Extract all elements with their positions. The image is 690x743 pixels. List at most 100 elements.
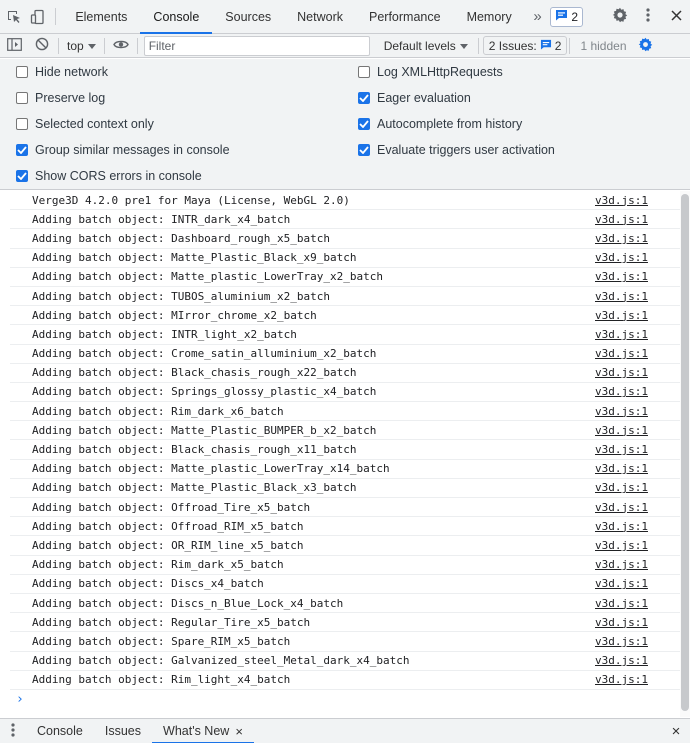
source-link[interactable]: v3d.js:1 [595,597,648,610]
console-toolbar: top Default levels 2 Issues: 2 1 hidden [0,34,690,58]
source-link[interactable]: v3d.js:1 [595,270,648,283]
close-tab-icon[interactable]: × [235,724,243,739]
source-link[interactable]: v3d.js:1 [595,539,648,552]
console-prompt[interactable]: › [10,690,680,710]
issues-label: 2 Issues: [488,38,537,53]
clear-console-button[interactable] [28,34,56,58]
inspect-element-icon[interactable] [0,0,27,33]
console-message-text: Adding batch object: Rim_dark_x6_batch [32,404,284,418]
tab-performance[interactable]: Performance [356,0,454,33]
source-link[interactable]: v3d.js:1 [595,213,648,226]
source-link[interactable]: v3d.js:1 [595,194,648,207]
more-options-button[interactable] [634,0,662,34]
option-label: Eager evaluation [377,91,471,105]
source-link[interactable]: v3d.js:1 [595,462,648,475]
source-link[interactable]: v3d.js:1 [595,309,648,322]
selected-context-option[interactable]: Selected context only [16,117,154,131]
live-expression-button[interactable] [107,34,135,58]
console-message-text: Adding batch object: INTR_dark_x4_batch [32,212,291,226]
tab-elements[interactable]: Elements [62,0,140,33]
tab-network[interactable]: Network [284,0,356,33]
checkbox-checked[interactable] [358,144,370,156]
console-message-text: Adding batch object: Offroad_Tire_x5_bat… [32,500,311,514]
source-link[interactable]: v3d.js:1 [595,520,648,533]
console-settings-button[interactable] [635,37,657,55]
console-message-row: Adding batch object: Black_chasis_rough_… [10,364,680,383]
drawer-tab-whats-new[interactable]: What's New × [152,719,254,743]
context-label: top [67,38,84,53]
autocomplete-history-option[interactable]: Autocomplete from history [358,117,522,131]
console-message-text: Adding batch object: Matte_plastic_Lower… [32,270,383,284]
source-link[interactable]: v3d.js:1 [595,251,648,264]
drawer-tab-bar: Console Issues What's New × × [0,718,690,743]
drawer-tab-console[interactable]: Console [26,719,94,743]
message-icon [540,39,552,53]
source-link[interactable]: v3d.js:1 [595,501,648,514]
source-link[interactable]: v3d.js:1 [595,673,648,686]
checkbox[interactable] [16,92,28,104]
drawer-tab-label: Console [37,724,83,738]
eager-evaluation-option[interactable]: Eager evaluation [358,91,471,105]
preserve-log-option[interactable]: Preserve log [16,91,105,105]
scrollbar-thumb[interactable] [681,194,689,711]
gear-icon [612,7,628,26]
close-devtools-button[interactable] [662,0,690,34]
more-tabs-button[interactable]: » [525,0,551,33]
source-link[interactable]: v3d.js:1 [595,558,648,571]
option-label: Autocomplete from history [377,117,523,131]
console-message-text: Adding batch object: Offroad_RIM_x5_batc… [32,519,304,533]
drawer-menu-button[interactable] [0,722,26,740]
log-levels-select[interactable]: Default levels [376,39,476,53]
dropdown-arrow-icon [459,39,468,53]
source-link[interactable]: v3d.js:1 [595,232,648,245]
source-link[interactable]: v3d.js:1 [595,385,648,398]
drawer-tab-label: What's New [163,724,230,738]
source-link[interactable]: v3d.js:1 [595,481,648,494]
source-link[interactable]: v3d.js:1 [595,616,648,629]
evaluate-triggers-option[interactable]: Evaluate triggers user activation [358,143,555,157]
source-link[interactable]: v3d.js:1 [595,328,648,341]
hidden-messages-count: 1 hidden [580,38,627,53]
sidebar-toggle-button[interactable] [0,34,28,58]
filter-input[interactable] [143,35,370,56]
source-link[interactable]: v3d.js:1 [595,424,648,437]
console-message-row: Adding batch object: Discs_x4_batch v3d.j… [10,575,680,594]
source-link[interactable]: v3d.js:1 [595,347,648,360]
console-message-text: Adding batch object: Rim_light_x4_batch [32,673,291,687]
tab-console[interactable]: Console [140,0,213,34]
checkbox-checked[interactable] [16,170,28,182]
settings-gear-button[interactable] [606,0,634,34]
checkbox[interactable] [16,118,28,130]
group-similar-option[interactable]: Group similar messages in console [16,143,230,157]
option-label: Preserve log [35,91,106,105]
device-toolbar-icon[interactable] [27,0,49,33]
show-cors-errors-option[interactable]: Show CORS errors in console [16,169,202,183]
checkbox-checked[interactable] [358,118,370,130]
checkbox[interactable] [16,66,28,78]
console-message-row: Adding batch object: Galvanized_steel_Me… [10,652,680,671]
console-message-row: Adding batch object: MIrror_chrome_x2_ba… [10,306,680,326]
source-link[interactable]: v3d.js:1 [595,443,648,456]
source-link[interactable]: v3d.js:1 [595,366,648,379]
close-drawer-button[interactable]: × [662,723,690,740]
execution-context-select[interactable]: top [61,39,102,53]
log-xmlhttprequests-option[interactable]: Log XMLHttpRequests [358,65,503,79]
checkbox[interactable] [358,66,370,78]
checkbox-checked[interactable] [16,144,28,156]
console-scrollbar[interactable] [680,191,690,717]
source-link[interactable]: v3d.js:1 [595,405,648,418]
console-message-row: Adding batch object: Matte_plastic_Lower… [10,268,680,287]
issues-badge[interactable]: 2 [550,6,584,27]
drawer-tab-issues[interactable]: Issues [94,719,152,743]
source-link[interactable]: v3d.js:1 [595,577,648,590]
issues-button[interactable]: 2 Issues: 2 [482,36,568,55]
console-message-text: Adding batch object: Discs_n_Blue_Lock_x… [32,596,344,610]
tab-memory[interactable]: Memory [454,0,525,33]
hide-network-option[interactable]: Hide network [16,65,108,79]
source-link[interactable]: v3d.js:1 [595,654,648,667]
tab-sources[interactable]: Sources [212,0,284,33]
source-link[interactable]: v3d.js:1 [595,635,648,648]
source-link[interactable]: v3d.js:1 [595,290,648,303]
console-message-row: Adding batch object: Discs_n_Blue_Lock_x… [10,594,680,614]
checkbox-checked[interactable] [358,92,370,104]
